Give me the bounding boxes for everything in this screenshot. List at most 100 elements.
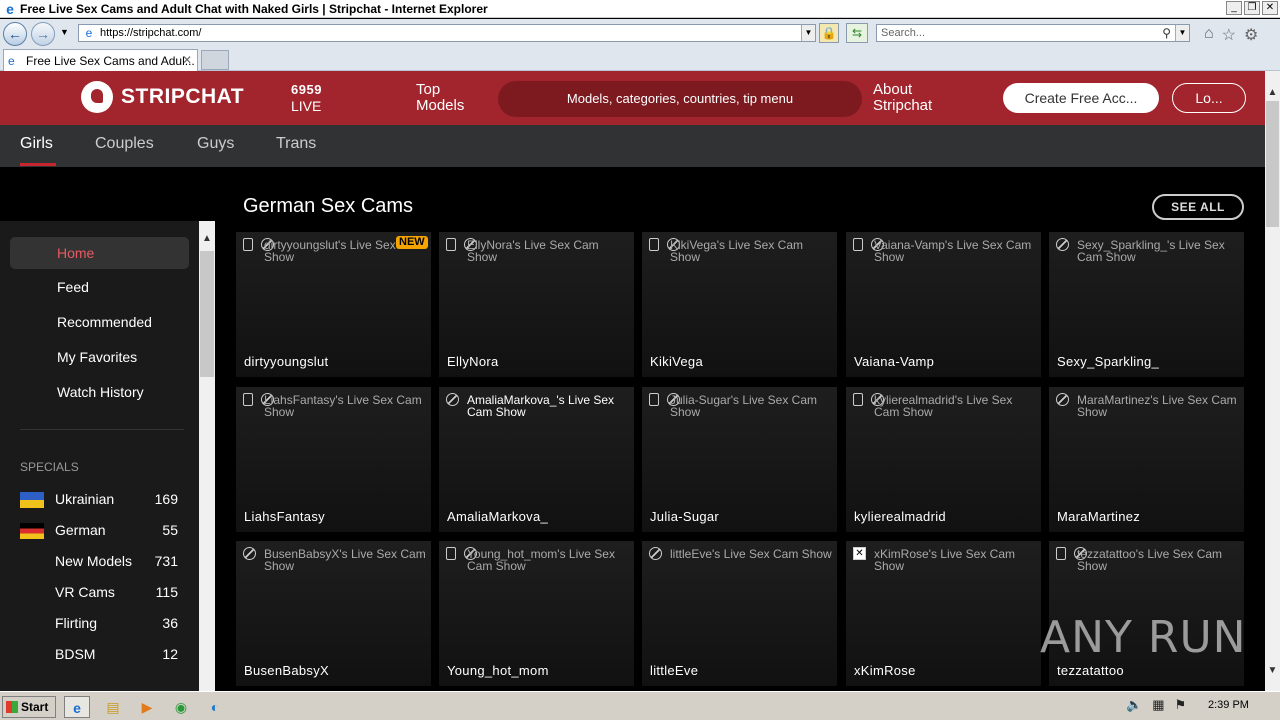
about-line2: Stripchat [873, 97, 933, 114]
thumbnail-alt-text: littleEve's Live Sex Cam Show [670, 547, 832, 561]
top-models-link[interactable]: Top Models [416, 82, 464, 114]
back-button[interactable]: ← [3, 22, 27, 46]
taskbar-clock: 2:39 PM [1208, 699, 1249, 711]
model-card[interactable]: AmaliaMarkova_'s Live Sex Cam Show Amalia… [439, 387, 634, 532]
url-text: https://stripchat.com/ [100, 27, 202, 39]
tab-close-icon[interactable]: ✕ [182, 53, 192, 67]
taskbar: Start e ▤ ▶ ◉ ◐ 🔈 ▦ ⚑ 2:39 PM [0, 691, 1280, 720]
mobile-icon [243, 393, 253, 406]
vr-icon [243, 547, 256, 560]
special-new-models[interactable]: New Models 731 [20, 551, 180, 571]
model-card[interactable]: kylierealmadrid's Live Sex Cam Show kylie… [846, 387, 1041, 532]
model-card[interactable]: littleEve's Live Sex Cam Show littleEve [642, 541, 837, 686]
model-card[interactable]: ✕ xKimRose's Live Sex Cam Show xKimRose [846, 541, 1041, 686]
special-ukrainian[interactable]: Ukrainian 169 [20, 489, 180, 509]
about-link[interactable]: About Stripchat [873, 82, 932, 114]
tab-couples[interactable]: Couples [95, 135, 154, 153]
scroll-down-icon[interactable]: ▼ [1265, 665, 1280, 676]
tab-trans[interactable]: Trans [276, 135, 316, 153]
page-scrollbar[interactable]: ▲ ▼ [1265, 71, 1280, 691]
tab-guys[interactable]: Guys [197, 135, 234, 153]
sidebar-scrollbar[interactable]: ▲ [199, 221, 215, 691]
flag-icon[interactable]: ⚑ [1174, 697, 1186, 713]
sidebar-item-feed[interactable]: Feed [57, 279, 89, 295]
live-counter[interactable]: 6959 LIVE [291, 82, 322, 114]
tab-row: e Free Live Sex Cams and Adul... ✕ [0, 47, 1280, 71]
model-card[interactable]: EllyNora's Live Sex Cam Show EllyNora [439, 232, 634, 377]
address-dropdown-icon[interactable]: ▼ [801, 25, 815, 41]
start-button[interactable]: Start [2, 696, 56, 718]
login-button[interactable]: Lo... [1172, 83, 1246, 113]
model-card[interactable]: dirtyyoungslut's Live Sex Cam Show dirtyy… [236, 232, 431, 377]
model-name: kylierealmadrid [854, 509, 946, 524]
logo-bubble-icon [81, 81, 113, 113]
model-card[interactable]: BusenBabsyX's Live Sex Cam Show BusenBabs… [236, 541, 431, 686]
new-tab-button[interactable] [201, 50, 229, 70]
forward-button[interactable]: → [31, 22, 55, 46]
favorites-star-icon[interactable]: ☆ [1222, 25, 1236, 45]
special-flirting[interactable]: Flirting 36 [20, 613, 180, 633]
browser-tab[interactable]: e Free Live Sex Cams and Adul... ✕ [3, 49, 198, 71]
sidebar-scroll-thumb[interactable] [200, 251, 214, 377]
windows-logo-icon [6, 701, 18, 713]
model-card[interactable]: LiahsFantasy's Live Sex Cam Show LiahsFan… [236, 387, 431, 532]
page-scroll-thumb[interactable] [1266, 101, 1279, 227]
tab-ie-icon: e [8, 53, 15, 68]
thumbnail-alt-text: Julia-Sugar's Live Sex Cam Show [670, 393, 818, 419]
broken-image-icon: ✕ [853, 547, 866, 560]
taskbar-media-player-icon[interactable]: ▶ [134, 696, 160, 718]
history-dropdown-icon[interactable]: ▼ [60, 27, 69, 37]
settings-gear-icon[interactable]: ⚙ [1244, 25, 1258, 45]
thumbnail-alt-text: Young_hot_mom's Live Sex Cam Show [467, 547, 615, 573]
sidebar-item-home[interactable]: Home [10, 237, 189, 269]
logo-text: STRIPCHAT [121, 85, 245, 108]
model-card[interactable]: Vaiana-Vamp's Live Sex Cam Show Vaiana-Va… [846, 232, 1041, 377]
create-account-button[interactable]: Create Free Acc... [1003, 83, 1159, 113]
taskbar-ie-icon[interactable]: e [64, 696, 90, 718]
search-icon[interactable]: ⚲ [1162, 25, 1171, 41]
home-icon[interactable]: ⌂ [1204, 25, 1214, 45]
model-card[interactable]: Julia-Sugar's Live Sex Cam Show Julia-Sug… [642, 387, 837, 532]
mobile-icon [649, 393, 659, 406]
vr-icon [1056, 238, 1069, 251]
lock-icon[interactable]: 🔒 [819, 23, 839, 43]
scroll-up-icon[interactable]: ▲ [199, 233, 215, 247]
minimize-button[interactable]: _ [1226, 1, 1242, 15]
special-bdsm[interactable]: BDSM 12 [20, 644, 180, 664]
special-label: VR Cams [55, 584, 115, 600]
restore-button[interactable]: ❐ [1244, 1, 1260, 15]
close-window-button[interactable]: ✕ [1262, 1, 1278, 15]
model-name: littleEve [650, 663, 699, 678]
anyrun-watermark: ANY RUN [1040, 612, 1247, 663]
address-bar-row: ← → ▼ e https://stripchat.com/ ▼ 🔒 ⇆ Sea… [0, 19, 1280, 47]
scroll-up-icon[interactable]: ▲ [1265, 87, 1280, 98]
taskbar-explorer-icon[interactable]: ▤ [100, 696, 126, 718]
model-card[interactable]: KikiVega's Live Sex Cam Show KikiVega [642, 232, 837, 377]
taskbar-chrome-icon[interactable]: ◉ [168, 696, 194, 718]
taskbar-edge-icon[interactable]: ◐ [202, 696, 228, 718]
sidebar-item-watch-history[interactable]: Watch History [57, 384, 144, 400]
browser-search-input[interactable]: Search... ⚲ ▼ [876, 24, 1190, 42]
mobile-icon [446, 547, 456, 560]
address-field[interactable]: e https://stripchat.com/ ▼ [78, 24, 816, 42]
network-icon[interactable]: ▦ [1152, 697, 1164, 713]
model-card[interactable]: Young_hot_mom's Live Sex Cam Show Young_h… [439, 541, 634, 686]
special-vr-cams[interactable]: VR Cams 115 [20, 582, 180, 602]
sidebar-item-recommended[interactable]: Recommended [57, 314, 152, 330]
tab-girls[interactable]: Girls [20, 135, 53, 153]
search-dropdown-icon[interactable]: ▼ [1175, 25, 1189, 41]
thumbnail-alt-text: MaraMartinez's Live Sex Cam Show [1077, 393, 1237, 419]
model-name: Young_hot_mom [447, 663, 549, 678]
special-german[interactable]: German 55 [20, 520, 180, 540]
model-card[interactable]: MaraMartinez's Live Sex Cam Show MaraMart… [1049, 387, 1244, 532]
site-search-input[interactable]: Models, categories, countries, tip menu [498, 81, 862, 117]
see-all-button[interactable]: SEE ALL [1152, 194, 1244, 220]
model-card[interactable]: Sexy_Sparkling_'s Live Sex Cam Show Sexy_… [1049, 232, 1244, 377]
section-title: German Sex Cams [243, 195, 414, 217]
stripchat-logo[interactable]: STRIPCHAT [81, 81, 244, 113]
refresh-icon[interactable]: ⇆ [846, 23, 868, 43]
top-models-line2: Models [416, 97, 465, 114]
volume-icon[interactable]: 🔈 [1126, 697, 1142, 713]
germany-flag-icon [20, 523, 44, 539]
sidebar-item-favorites[interactable]: My Favorites [57, 349, 137, 365]
